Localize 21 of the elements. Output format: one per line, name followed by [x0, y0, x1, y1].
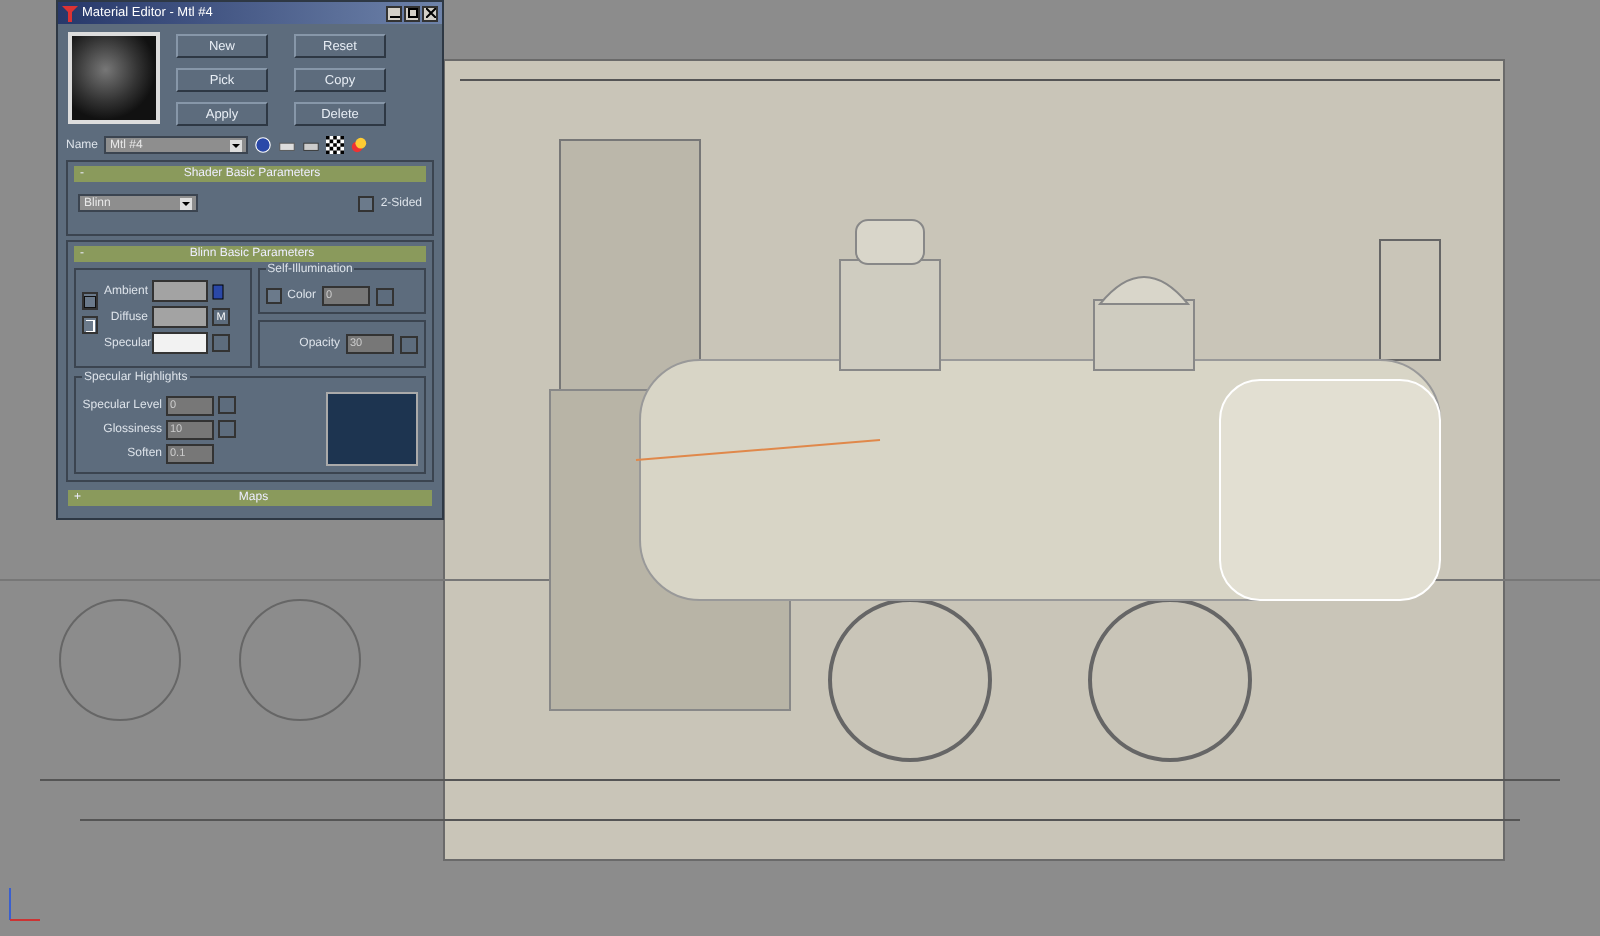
- dropdown-arrow-icon: [180, 197, 192, 209]
- color-checkbox[interactable]: [265, 288, 282, 304]
- bracket-icon: [84, 319, 96, 331]
- checker-icon[interactable]: [326, 136, 345, 154]
- dropdown-arrow-icon: [230, 139, 243, 151]
- highlight-curve-graph: [326, 392, 418, 466]
- minimize-button[interactable]: [386, 5, 402, 21]
- close-button[interactable]: [422, 5, 438, 21]
- globe-icon[interactable]: [254, 136, 273, 154]
- maximize-button[interactable]: [404, 5, 420, 21]
- color-swatch[interactable]: [152, 280, 208, 302]
- two-sided-checkbox[interactable]: [358, 195, 375, 211]
- close-icon: [425, 8, 435, 18]
- app-logo-icon: [62, 5, 78, 21]
- material-sphere-preview[interactable]: [68, 32, 160, 124]
- axis-tripod-icon: [9, 887, 41, 921]
- maximize-icon: [407, 8, 417, 18]
- color-dots-icon[interactable]: [350, 136, 369, 154]
- lock-button[interactable]: [82, 316, 98, 334]
- color-swatch[interactable]: [152, 306, 208, 328]
- color-swatch[interactable]: [152, 332, 208, 354]
